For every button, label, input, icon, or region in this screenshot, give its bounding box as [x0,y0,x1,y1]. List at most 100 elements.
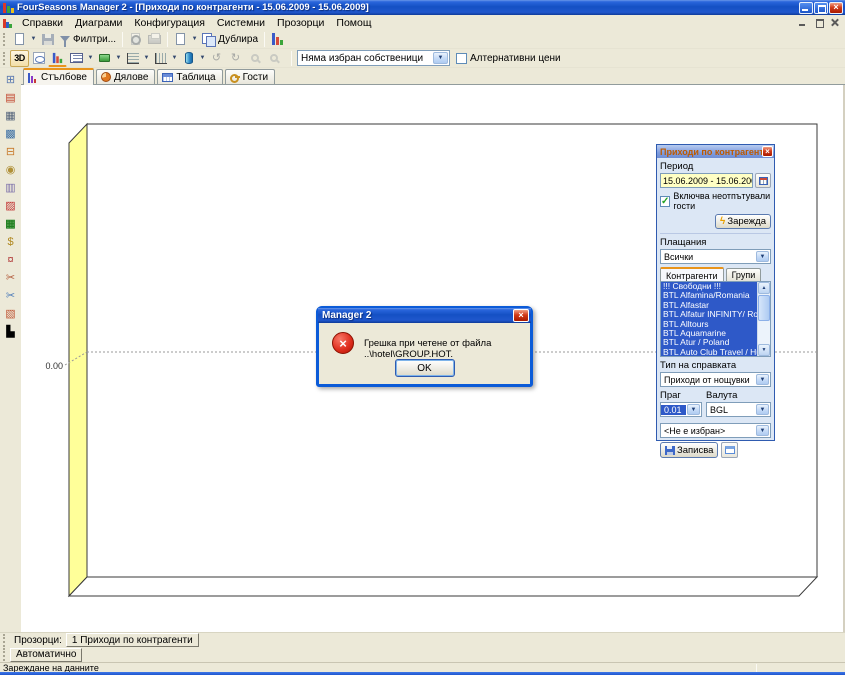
horizontal-grid-button[interactable] [123,50,142,67]
new-window-button[interactable] [171,31,190,48]
export-chart-button[interactable] [268,31,287,48]
menu-item[interactable]: Помощ [330,17,377,29]
depth-button[interactable] [179,50,198,67]
scroll-up-button[interactable]: ▲ [758,282,770,294]
contractor-item[interactable]: BTL Alfatur INFINITY/ Romani [661,310,757,319]
report-type-combobox[interactable]: Приходи от нощувки ▼ [660,372,771,387]
mdi-restore-button[interactable] [812,17,826,28]
restore-button[interactable] [814,2,828,14]
export-report-button[interactable]: ▤ [2,90,19,105]
dialog-close-button[interactable]: × [513,309,529,322]
payments-button[interactable]: $ [2,234,19,249]
panel-caption[interactable]: Приходи по контрагенти × [657,145,774,158]
owners-dropdown-icon[interactable]: ▼ [433,52,448,64]
menu-item[interactable]: Конфигурация [128,17,210,29]
tab-guests[interactable]: Гости [225,69,275,84]
toolbar-grip[interactable] [3,33,6,46]
vertical-grid-button[interactable] [151,50,170,67]
mdi-close-button[interactable] [828,17,842,28]
three-d-toggle-button[interactable]: 3D [10,50,29,67]
menu-item[interactable]: Диаграми [69,17,128,29]
save-settings-button[interactable]: Записва [660,442,718,458]
template-dropdown-icon[interactable]: ▼ [756,425,769,436]
scrollbar-track[interactable] [758,322,770,344]
legend-button[interactable] [67,50,86,67]
new-report-dropdown[interactable]: ▼ [29,31,38,48]
payments-combobox[interactable]: Всички ▼ [660,249,771,264]
panel-close-button[interactable]: × [762,146,773,157]
vertical-grid-dropdown[interactable]: ▼ [170,50,179,67]
tab-contractors[interactable]: Контрагенти [660,267,724,282]
calendar-button[interactable] [755,173,771,188]
page-chart-button[interactable]: ▧ [2,306,19,321]
currency-button[interactable]: ¤ [2,252,19,267]
duplicate-button[interactable]: Дублира [199,31,261,48]
marks-dropdown[interactable]: ▼ [114,50,123,67]
toolbar-grip[interactable] [3,52,6,65]
tab-columns[interactable]: Стълбове [23,68,94,85]
contractor-item[interactable]: BTL Auto Club Travel / Hunga [661,348,757,356]
window-options-button[interactable] [721,442,738,458]
series-button[interactable] [48,50,67,67]
payments-dropdown-icon[interactable]: ▼ [756,251,769,262]
contractor-item[interactable]: BTL Alltours [661,320,757,329]
threshold-dropdown-icon[interactable]: ▼ [687,404,700,415]
close-button[interactable]: × [829,2,843,14]
scroll-down-button[interactable]: ▼ [758,344,770,356]
depth-dropdown[interactable]: ▼ [198,50,207,67]
mdi-minimize-button[interactable] [796,17,810,28]
scrollbar-thumb[interactable] [758,295,770,321]
period-input[interactable]: 15.06.2009 - 15.06.2009 [660,173,753,188]
threshold-combobox[interactable]: 0.01 ▼ [660,402,702,417]
ok-button[interactable]: OK [395,359,455,377]
mdi-child-icon[interactable] [3,18,13,28]
template-combobox[interactable]: <Не е избран> ▼ [660,423,771,438]
mini-chart-button[interactable]: ▙ [2,324,19,339]
calculator-button[interactable]: ▩ [2,126,19,141]
menu-item[interactable]: Системни [211,17,271,29]
dialog-title-bar[interactable]: Manager 2 × [318,308,531,323]
monitor-report-button[interactable]: ⊟ [2,144,19,159]
contractor-item[interactable]: BTL Atur / Poland [661,338,757,347]
print-button[interactable] [145,31,164,48]
guests-button[interactable]: ◉ [2,162,19,177]
save-button[interactable] [38,31,57,48]
toolbar-grip[interactable] [3,648,6,661]
include-guests-checkbox[interactable]: ✓ [660,196,670,207]
automatic-button[interactable]: Автоматично [10,648,82,662]
minimize-button[interactable] [799,2,813,14]
cut-price-button[interactable]: ✂ [2,288,19,303]
horizontal-grid-dropdown[interactable]: ▼ [142,50,151,67]
zoom-in-button[interactable] [245,50,264,67]
rotate-chart-button[interactable] [29,50,48,67]
filter-button[interactable]: Филтри... [57,31,119,48]
new-report-button[interactable] [10,31,29,48]
tile-windows-button[interactable]: ⊞ [2,72,19,87]
currency-combobox[interactable]: BGL ▼ [706,402,771,417]
zoom-out-button[interactable] [264,50,283,67]
alt-prices-checkbox[interactable] [456,53,467,64]
contractor-item[interactable]: BTL Alfastar [661,301,757,310]
archive-button[interactable]: ▨ [2,198,19,213]
contractor-item[interactable]: BTL Aquamarine [661,329,757,338]
menu-item[interactable]: Прозорци [271,17,330,29]
tab-groups[interactable]: Групи [726,268,762,281]
chart-report-button[interactable]: ▦ [2,108,19,123]
load-button[interactable]: ϟ Зарежда [715,214,771,229]
contractor-item[interactable]: BTL Alfamina/Romania [661,291,757,300]
new-window-dropdown[interactable]: ▼ [190,31,199,48]
undo-button[interactable]: ↺ [207,50,226,67]
tab-table[interactable]: Таблица [157,69,222,84]
cut-restriction-button[interactable]: ✂ [2,270,19,285]
grid-button[interactable]: ▦ [2,216,19,231]
report-type-dropdown-icon[interactable]: ▼ [756,374,769,385]
owners-combobox[interactable]: Няма избран собственици ▼ [297,50,450,66]
currency-dropdown-icon[interactable]: ▼ [756,404,769,415]
redo-button[interactable]: ↻ [226,50,245,67]
toolbar-grip[interactable] [3,634,6,647]
print-preview-button[interactable] [126,31,145,48]
tab-shares[interactable]: Дялове [96,69,155,84]
marks-button[interactable] [95,50,114,67]
folder-report-button[interactable]: ▥ [2,180,19,195]
menu-item[interactable]: Справки [16,17,69,29]
